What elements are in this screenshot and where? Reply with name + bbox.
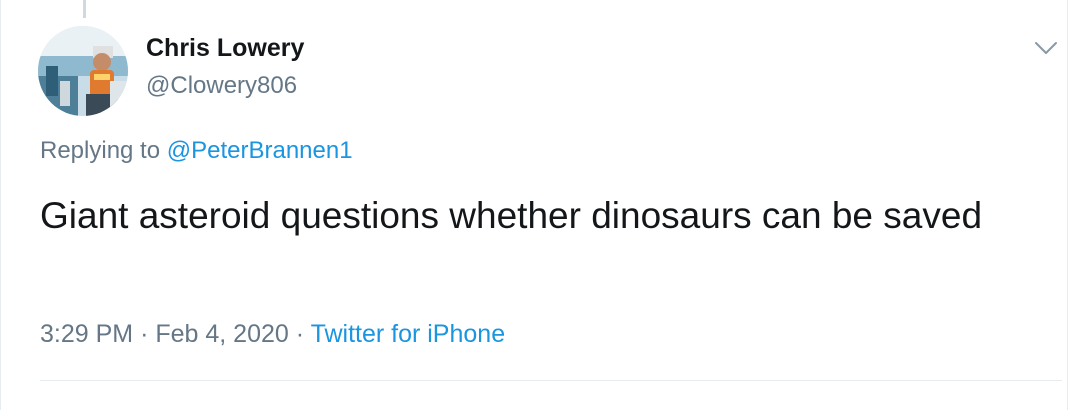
- tweet-source-link[interactable]: Twitter for iPhone: [311, 320, 506, 348]
- tweet-date[interactable]: Feb 4, 2020: [155, 320, 288, 348]
- tweet-text: Giant asteroid questions whether dinosau…: [40, 195, 983, 236]
- card-left-border: [0, 0, 1, 410]
- avatar-photo: [38, 26, 128, 116]
- author-handle[interactable]: @Clowery806: [146, 72, 297, 100]
- tweet-metadata: 3:29 PM · Feb 4, 2020 · Twitter for iPho…: [40, 320, 505, 349]
- avatar[interactable]: [38, 26, 128, 116]
- thread-connector-line: [83, 0, 86, 18]
- tweet-time[interactable]: 3:29 PM: [40, 320, 133, 348]
- divider: [40, 380, 1062, 381]
- chevron-down-icon: [1035, 42, 1057, 54]
- meta-separator: ·: [295, 320, 305, 348]
- replying-to-label: Replying to: [40, 137, 161, 164]
- meta-separator: ·: [140, 320, 149, 348]
- tweet-menu-button[interactable]: [1032, 36, 1060, 60]
- author-display-name[interactable]: Chris Lowery: [146, 34, 304, 63]
- replying-to-link[interactable]: @PeterBrannen1: [167, 137, 353, 164]
- replying-to-line: Replying to @PeterBrannen1: [40, 137, 353, 165]
